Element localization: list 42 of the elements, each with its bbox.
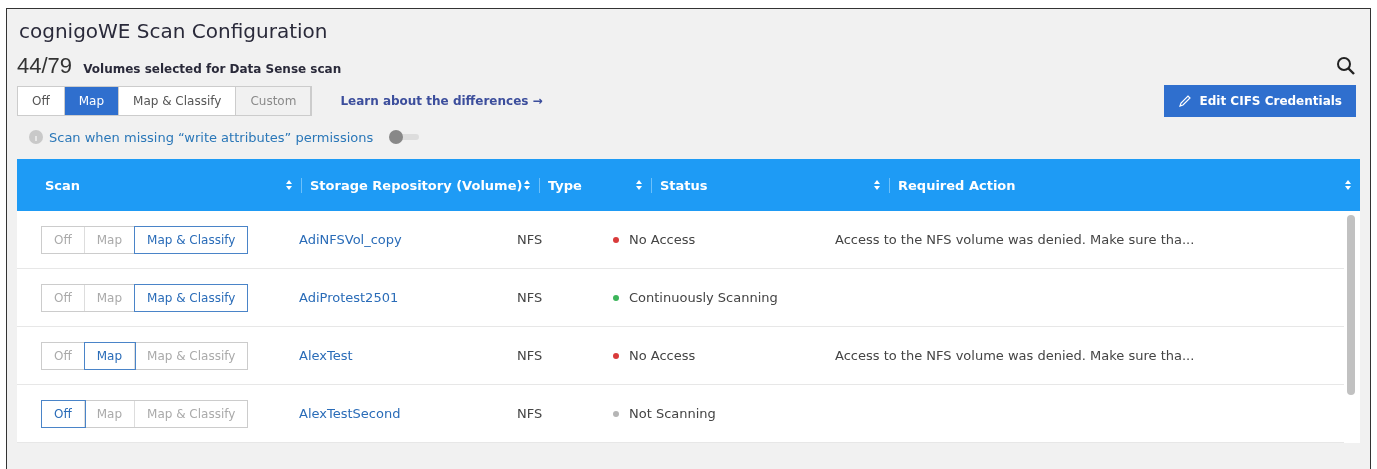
action-text: Access to the NFS volume was denied. Make sure tha...: [835, 232, 1195, 247]
status-text: No Access: [629, 232, 696, 247]
mode-option[interactable]: Map: [64, 87, 120, 115]
scan-option[interactable]: Map: [84, 342, 136, 369]
sort-icon[interactable]: [285, 179, 293, 191]
scan-option[interactable]: Off: [42, 400, 85, 427]
learn-link[interactable]: Learn about the differences →: [340, 94, 543, 108]
volume-link[interactable]: AdiProtest2501: [299, 290, 399, 305]
column-header[interactable]: Storage Repository (Volume): [301, 177, 523, 193]
volume-link[interactable]: AlexTest: [299, 348, 353, 363]
mode-option[interactable]: Map & Classify: [119, 87, 237, 115]
info-icon: [29, 130, 43, 144]
summary-label: Volumes selected for Data Sense scan: [83, 62, 342, 76]
page-title: cognigoWE Scan Configuration: [19, 19, 329, 45]
status-text: Continuously Scanning: [629, 290, 778, 305]
type-cell: NFS: [517, 348, 543, 363]
column-header[interactable]: Type: [539, 177, 635, 193]
volume-link[interactable]: AlexTestSecond: [299, 406, 401, 421]
column-header[interactable]: Scan: [17, 177, 285, 193]
sort-icon[interactable]: [1344, 179, 1352, 191]
permission-label: Scan when missing “write attributes” permissions: [49, 129, 374, 145]
pencil-icon: [1177, 94, 1192, 108]
volume-link[interactable]: AdiNFSVol_copy: [299, 232, 402, 247]
column-header[interactable]: Status: [651, 177, 873, 193]
action-text: Access to the NFS volume was denied. Make sure tha...: [835, 348, 1195, 363]
column-header[interactable]: Required Action: [889, 177, 1344, 193]
edit-credentials-button[interactable]: Edit CIFS Credentials: [1163, 85, 1356, 117]
mode-option[interactable]: Off: [18, 87, 65, 115]
scan-option[interactable]: Map & Classify: [135, 284, 248, 311]
sort-icon[interactable]: [635, 179, 643, 191]
selected-count: 44/79: [17, 53, 73, 78]
status-text: Not Scanning: [629, 406, 716, 421]
scan-option[interactable]: Map & Classify: [135, 226, 248, 253]
status-text: No Access: [629, 348, 696, 363]
type-cell: NFS: [517, 232, 543, 247]
permission-toggle[interactable]: [389, 130, 420, 144]
scrollbar-thumb[interactable]: [1347, 215, 1355, 395]
sort-icon[interactable]: [523, 179, 531, 191]
sort-icon[interactable]: [873, 179, 881, 191]
type-cell: NFS: [517, 406, 543, 421]
type-cell: NFS: [517, 290, 543, 305]
search-icon[interactable]: [1336, 56, 1356, 76]
